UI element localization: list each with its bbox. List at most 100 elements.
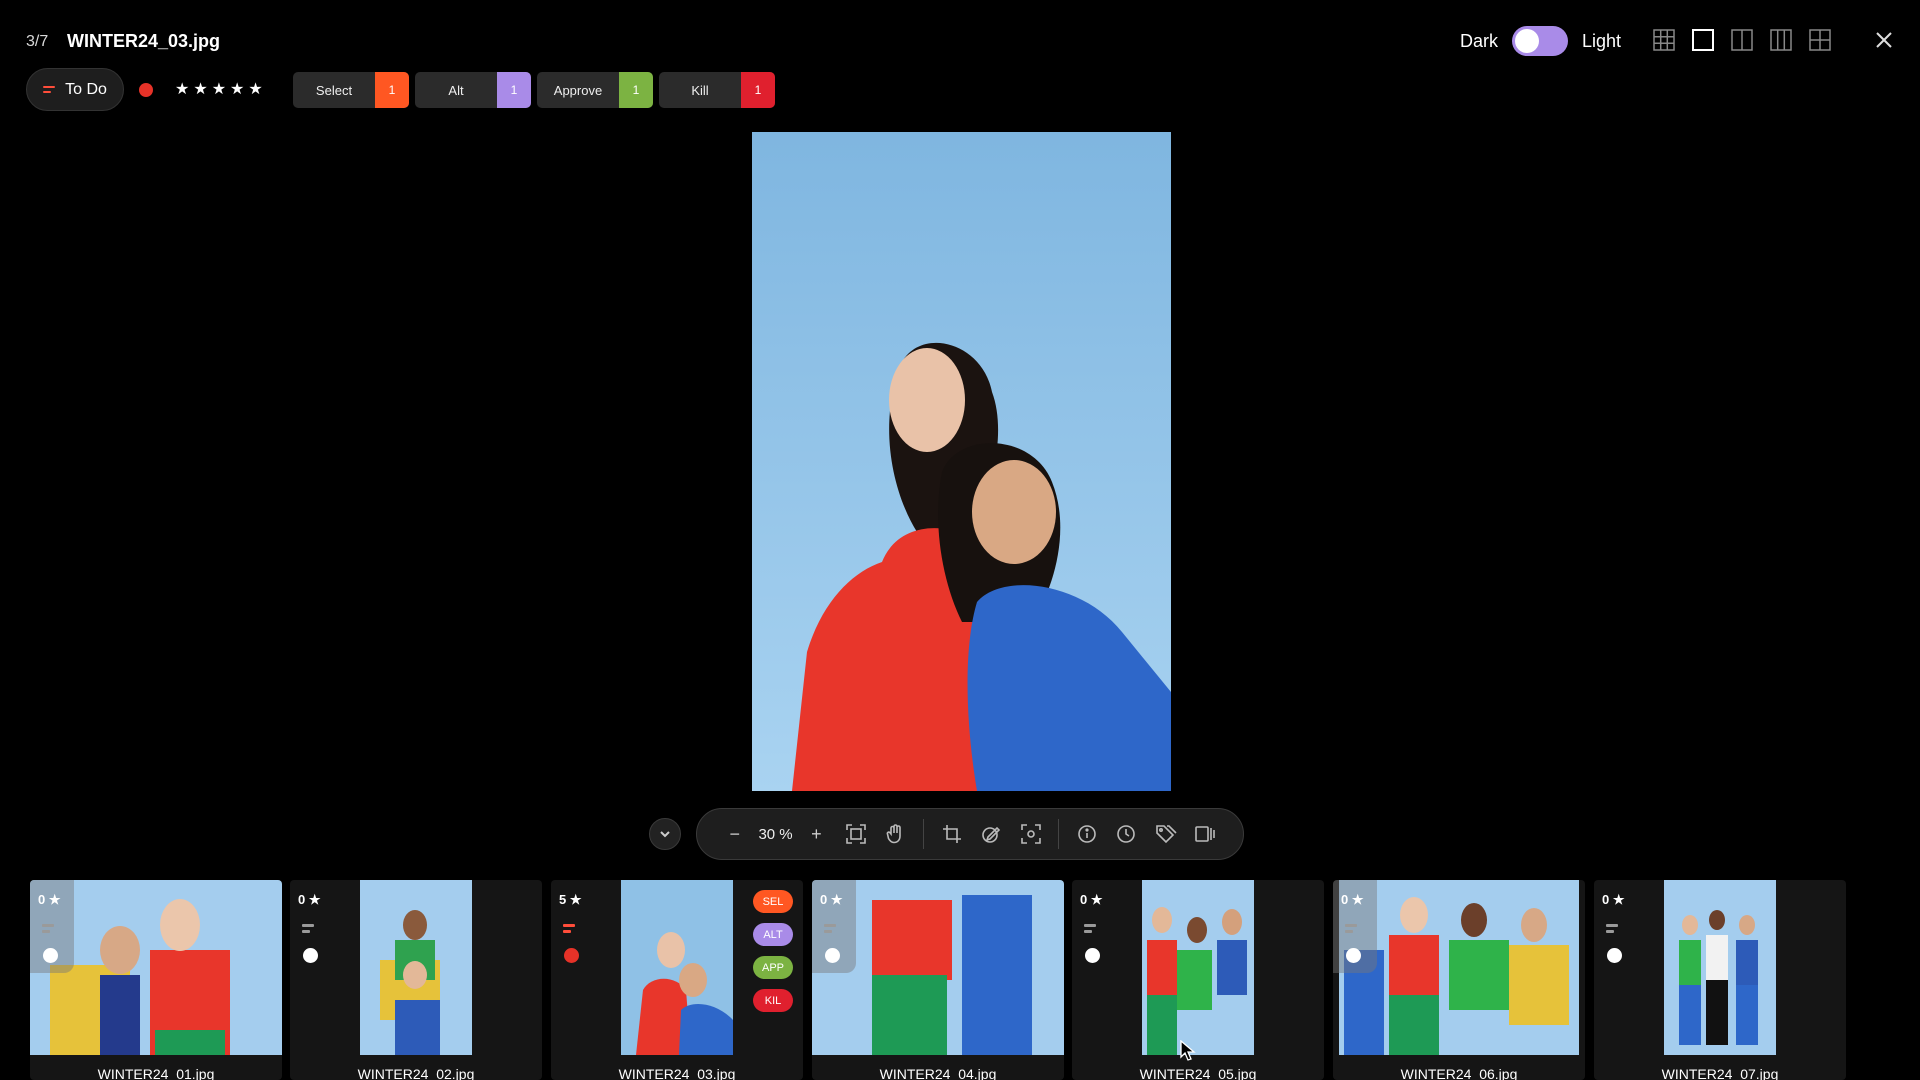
- tag-count: 1: [741, 72, 775, 108]
- tags-icon[interactable]: [1153, 821, 1178, 847]
- status-todo-button[interactable]: To Do: [26, 68, 124, 111]
- theme-switch[interactable]: [1512, 26, 1569, 56]
- thumb-rating: 0 ★: [820, 892, 843, 907]
- thumb-filename: WINTER24_06.jpg: [1400, 1066, 1518, 1080]
- star-icon[interactable]: ★: [212, 79, 226, 99]
- color-label-dot[interactable]: [139, 83, 153, 97]
- focus-icon[interactable]: [1018, 821, 1043, 847]
- thumbnail-image: [621, 880, 733, 1055]
- fit-screen-icon[interactable]: [843, 821, 868, 847]
- flag-icon: [824, 924, 836, 933]
- tag-buttons: Select 1 Alt 1 Approve 1 Kill 1: [293, 72, 775, 108]
- thumb-rating: 0 ★: [1602, 892, 1625, 907]
- close-icon[interactable]: [1872, 28, 1896, 52]
- thumb-filename: WINTER24_03.jpg: [618, 1066, 736, 1080]
- tag-count: 1: [375, 72, 409, 108]
- thumb-filename: WINTER24_02.jpg: [357, 1066, 475, 1080]
- tag-pill-app[interactable]: APP: [753, 956, 793, 979]
- layout-switcher: [1652, 28, 1832, 52]
- zoom-level: 30 %: [758, 825, 793, 843]
- thumb-rating: 0 ★: [298, 892, 321, 907]
- thumb-filename: WINTER24_01.jpg: [97, 1066, 215, 1080]
- filmstrip-thumb[interactable]: 0 ★ WINTER24_02.jpg: [290, 880, 542, 1080]
- thumb-filename: WINTER24_05.jpg: [1139, 1066, 1257, 1080]
- flag-icon: [563, 924, 575, 933]
- tag-select-button[interactable]: Select 1: [293, 72, 409, 108]
- flag-icon: [302, 924, 314, 933]
- info-icon[interactable]: [1074, 821, 1099, 847]
- thumb-rating: 0 ★: [38, 892, 61, 907]
- filmstrip: 0 ★ WINTER24_01.jpg 0 ★ WINTER24_02.jpg …: [30, 880, 1846, 1080]
- thumb-filename: WINTER24_04.jpg: [879, 1066, 997, 1080]
- star-icon[interactable]: ★: [230, 79, 244, 99]
- split-2-icon[interactable]: [1730, 28, 1754, 52]
- star-rating[interactable]: ★ ★ ★ ★ ★: [175, 79, 263, 99]
- color-label-dot[interactable]: [303, 948, 318, 963]
- color-label-dot[interactable]: [1346, 948, 1361, 963]
- color-label-dot[interactable]: [825, 948, 840, 963]
- status-label: To Do: [65, 80, 107, 98]
- zoom-in-button[interactable]: +: [804, 821, 829, 847]
- theme-toggle-group: Dark Light: [1460, 24, 1621, 58]
- color-label-dot[interactable]: [564, 948, 579, 963]
- star-icon[interactable]: ★: [248, 79, 262, 99]
- flag-icon: [1084, 924, 1096, 933]
- thumb-rating: 5 ★: [559, 892, 582, 907]
- image-counter: 3/7: [26, 33, 49, 50]
- color-label-dot[interactable]: [1607, 948, 1622, 963]
- tag-pill-kil[interactable]: KIL: [753, 989, 793, 1012]
- tag-label: Select: [315, 82, 353, 98]
- compare-icon[interactable]: [1193, 821, 1218, 847]
- tag-pill-sel[interactable]: SEL: [753, 890, 793, 913]
- clock-icon[interactable]: [1114, 821, 1139, 847]
- tag-label: Approve: [553, 82, 603, 98]
- zoom-out-button[interactable]: −: [722, 821, 747, 847]
- color-label-dot[interactable]: [43, 948, 58, 963]
- filmstrip-thumb-current[interactable]: 5 ★ SEL ALT APP KIL WINTER24_03.jpg: [551, 880, 803, 1080]
- tag-pill-alt[interactable]: ALT: [753, 923, 793, 946]
- color-label-dot[interactable]: [1085, 948, 1100, 963]
- thumbnail-image: [1664, 880, 1776, 1055]
- filmstrip-thumb[interactable]: 0 ★ WINTER24_07.jpg: [1594, 880, 1846, 1080]
- draw-icon[interactable]: [978, 821, 1003, 847]
- theme-switch-knob: [1515, 29, 1540, 53]
- crop-icon[interactable]: [939, 821, 964, 847]
- flag-icon: [1345, 924, 1357, 933]
- filmstrip-thumb[interactable]: 0 ★ WINTER24_06.jpg: [1333, 880, 1585, 1080]
- tag-label: Kill: [691, 82, 709, 98]
- todo-flag-icon: [43, 86, 56, 93]
- tag-approve-button[interactable]: Approve 1: [537, 72, 653, 108]
- tag-kill-button[interactable]: Kill 1: [659, 72, 775, 108]
- thumbnail-image: [1142, 880, 1254, 1055]
- grid-3x3-icon[interactable]: [1652, 28, 1676, 52]
- chevron-down-icon[interactable]: [649, 818, 681, 850]
- tag-alt-button[interactable]: Alt 1: [415, 72, 531, 108]
- theme-light-label: Light: [1582, 30, 1622, 51]
- mouse-cursor-icon: [1180, 1039, 1196, 1067]
- thumb-filename: WINTER24_07.jpg: [1661, 1066, 1779, 1080]
- single-view-icon[interactable]: [1691, 28, 1715, 52]
- flag-icon: [1606, 924, 1618, 933]
- star-icon[interactable]: ★: [193, 79, 207, 99]
- hand-pan-icon[interactable]: [883, 821, 908, 847]
- image-filename: WINTER24_03.jpg: [67, 31, 221, 51]
- tag-count: 1: [497, 72, 531, 108]
- filmstrip-thumb[interactable]: 0 ★ WINTER24_05.jpg: [1072, 880, 1324, 1080]
- viewer-toolbar: − 30 % +: [696, 808, 1244, 860]
- split-3-icon[interactable]: [1769, 28, 1793, 52]
- thumb-rating: 0 ★: [1080, 892, 1103, 907]
- grid-2x2-icon[interactable]: [1808, 28, 1832, 52]
- theme-dark-label: Dark: [1460, 30, 1499, 51]
- thumb-rating: 0 ★: [1341, 892, 1364, 907]
- star-icon[interactable]: ★: [175, 79, 189, 99]
- tag-pills: SEL ALT APP KIL: [753, 890, 793, 1012]
- flag-icon: [42, 924, 54, 933]
- filmstrip-thumb[interactable]: 0 ★ WINTER24_04.jpg: [812, 880, 1064, 1080]
- main-photo[interactable]: [752, 132, 1171, 791]
- toolbar-divider: [1058, 819, 1060, 849]
- thumbnail-image: [360, 880, 472, 1055]
- tag-count: 1: [619, 72, 653, 108]
- toolbar-divider: [922, 819, 924, 849]
- filmstrip-thumb[interactable]: 0 ★ WINTER24_01.jpg: [30, 880, 282, 1080]
- tag-label: Alt: [448, 82, 464, 98]
